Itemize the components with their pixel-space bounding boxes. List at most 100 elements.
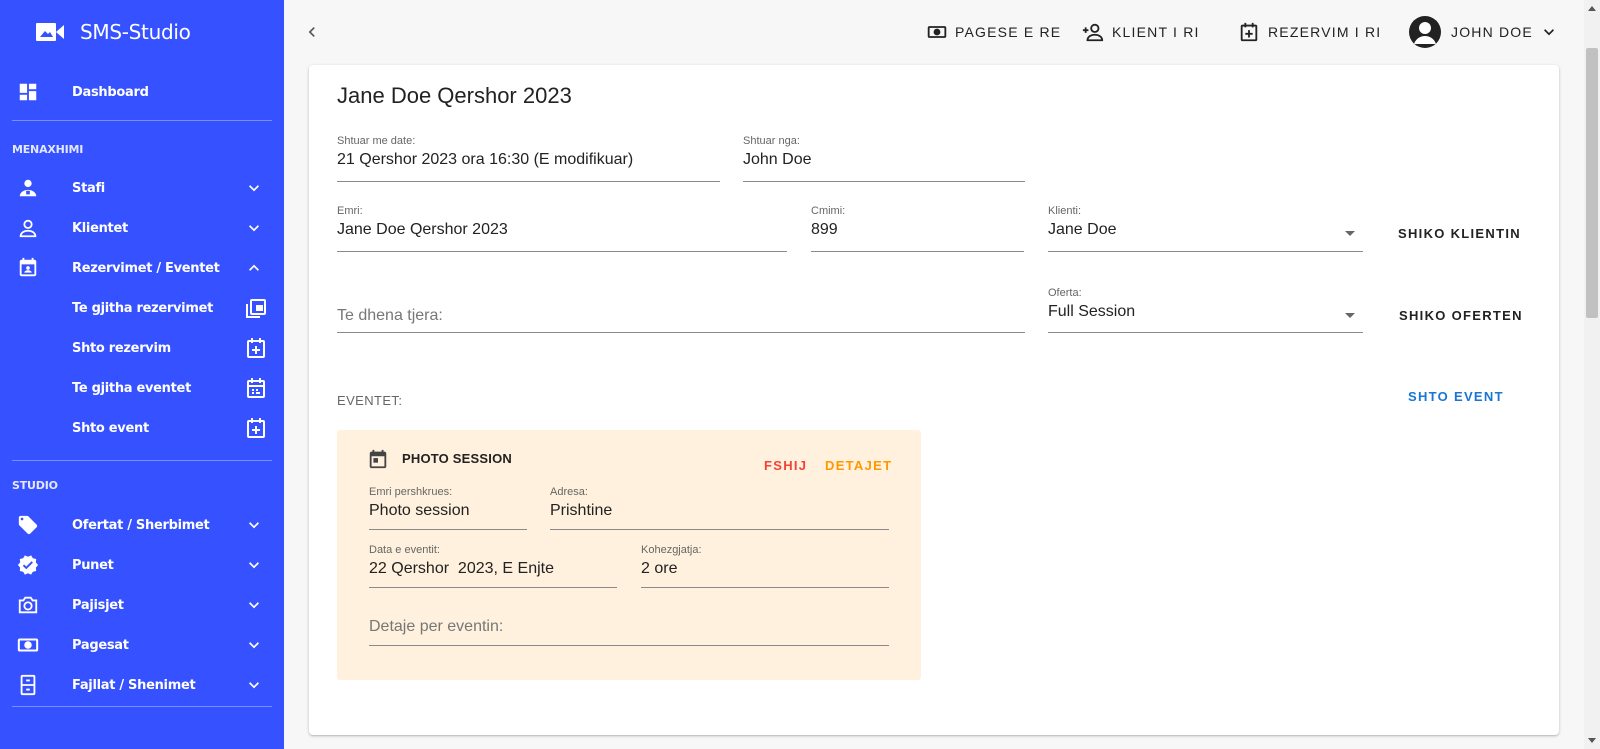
section-header-menaxhimi: MENAXHIMI [12,143,84,156]
event-title: PHOTO SESSION [402,451,512,466]
field-value: Jane Doe [1048,221,1117,238]
event-address-field[interactable]: Adresa: Prishtine [550,486,889,530]
calendar-person-icon [16,256,40,280]
new-booking-button[interactable]: REZERVIM I RI [1238,20,1381,44]
client-select[interactable]: Klienti: Jane Doe [1048,205,1363,252]
date-added-field[interactable]: Shtuar me date: 21 Qershor 2023 ora 16:3… [337,135,720,182]
field-label: Emri pershkrues: [369,486,453,498]
new-client-label: KLIENT I RI [1112,24,1200,40]
money-icon [16,633,40,657]
brand[interactable]: SMS-Studio [0,0,284,64]
dashboard-icon [16,80,40,104]
added-by-field[interactable]: Shtuar nga: John Doe [743,135,1025,182]
dropdown-arrow-icon [1345,313,1355,318]
field-label: Kohezgjatja: [641,544,702,556]
field-placeholder: Te dhena tjera: [337,307,443,324]
chevron-down-icon [249,682,259,689]
field-value: 899 [811,221,838,238]
event-details-button[interactable]: DETAJET [825,458,892,473]
file-cabinet-icon [16,673,40,697]
sidebar-item-klientet[interactable]: Klientet [0,208,284,248]
price-field[interactable]: Cmimi: 899 [811,205,1024,252]
event-details-field[interactable]: Detaje per eventin: [369,602,889,646]
field-value: Photo session [369,502,470,519]
calendar-stack-icon [246,299,266,318]
sidebar-subitem-te-gjitha-eventet[interactable]: Te gjitha eventet [0,368,284,408]
event-name-field[interactable]: Emri pershkrues: Photo session [369,486,527,530]
field-label: Emri: [337,205,363,217]
sidebar-item-pagesat[interactable]: Pagesat [0,625,284,665]
sidebar-item-stafi[interactable]: Stafi [0,168,284,208]
chevron-up-icon [249,264,259,271]
sidebar-item-label: Ofertat / Sherbimet [72,517,210,533]
chevron-down-icon [249,562,259,569]
sidebar-item-label: Pagesat [72,637,129,653]
sidebar-subitem-shto-rezervim[interactable]: Shto rezervim [0,328,284,368]
chevron-down-icon [249,602,259,609]
sidebar-item-pajisjet[interactable]: Pajisjet [0,585,284,625]
sidebar-item-dashboard[interactable]: Dashboard [0,72,284,112]
field-value: Full Session [1048,303,1136,320]
other-info-field[interactable]: Te dhena tjera: [337,287,1025,333]
event-date-field[interactable]: Data e eventit: 22 Qershor 2023, E Enjte [369,544,617,588]
avatar [1409,16,1441,48]
new-client-button[interactable]: KLIENT I RI [1082,20,1200,44]
field-label: Oferta: [1048,287,1082,299]
sidebar-subitem-shto-event[interactable]: Shto event [0,408,284,448]
calendar-add-icon [247,418,265,438]
sidebar-item-label: Te gjitha eventet [72,380,191,396]
calendar-list-icon [247,378,265,398]
new-payment-label: PAGESE E RE [955,24,1062,40]
chevron-left-icon[interactable] [302,22,322,42]
delete-event-button[interactable]: FSHIJ [764,458,807,473]
sidebar-item-label: Fajllat / Shenimet [72,677,196,693]
page-title: Jane Doe Qershor 2023 [337,83,572,108]
field-value: 22 Qershor 2023, E Enjte [369,560,554,577]
sidebar-item-label: Rezervimet / Eventet [72,260,220,276]
sidebar-item-ofertat[interactable]: Ofertat / Sherbimet [0,505,284,545]
sidebar-item-label: Pajisjet [72,597,124,613]
topbar: PAGESE E RE KLIENT I RI REZERVIM I RI JO… [284,0,1584,64]
calendar-icon [369,449,387,469]
sidebar-divider [12,706,272,707]
field-label: Data e eventit: [369,544,440,556]
scroll-down-icon[interactable] [1588,738,1596,743]
add-event-button[interactable]: SHTO EVENT [1408,389,1504,404]
view-offer-button[interactable]: SHIKO OFERTEN [1399,308,1523,323]
calendar-add-icon [1240,22,1258,42]
tag-icon [16,513,40,537]
offer-select[interactable]: Oferta: Full Session [1048,287,1363,333]
sidebar-item-punet[interactable]: Punet [0,545,284,585]
field-label: Klienti: [1048,205,1082,217]
scroll-up-icon[interactable] [1588,6,1596,11]
chevron-down-icon [249,642,259,649]
sidebar-divider [12,460,272,461]
app-title: SMS-Studio [80,20,191,44]
sidebar-item-label: Dashboard [72,84,149,100]
event-duration-field[interactable]: Kohezgjatja: 2 ore [641,544,889,588]
booking-card: Jane Doe Qershor 2023 Shtuar me date: 21… [309,65,1559,735]
scrollbar[interactable] [1584,0,1600,749]
sidebar-item-fajllat[interactable]: Fajllat / Shenimet [0,665,284,705]
sidebar-item-label: Klientet [72,220,128,236]
video-camera-icon [36,23,64,41]
section-header-studio: STUDIO [12,479,58,492]
view-client-button[interactable]: SHIKO KLIENTIN [1398,226,1521,241]
events-label: EVENTET: [337,393,403,408]
chevron-down-icon [249,185,259,192]
field-placeholder: Detaje per eventin: [369,618,504,635]
user-menu[interactable]: JOHN DOE [1409,16,1559,48]
sidebar-item-rezervimet[interactable]: Rezervimet / Eventet [0,248,284,288]
name-field[interactable]: Emri: Jane Doe Qershor 2023 [337,205,787,252]
person-add-icon [1082,23,1104,42]
calendar-add-icon [247,338,265,358]
sidebar-item-label: Stafi [72,180,105,196]
field-value: Jane Doe Qershor 2023 [337,221,508,238]
sidebar-subitem-te-gjitha-rezervimet[interactable]: Te gjitha rezervimet [0,288,284,328]
event-card: PHOTO SESSION FSHIJ DETAJET Emri pershkr… [337,430,921,680]
chevron-down-icon [249,225,259,232]
scrollbar-thumb[interactable] [1586,48,1598,318]
person-icon [16,216,40,240]
new-payment-button[interactable]: PAGESE E RE [927,20,1061,44]
field-label: Cmimi: [811,205,846,217]
